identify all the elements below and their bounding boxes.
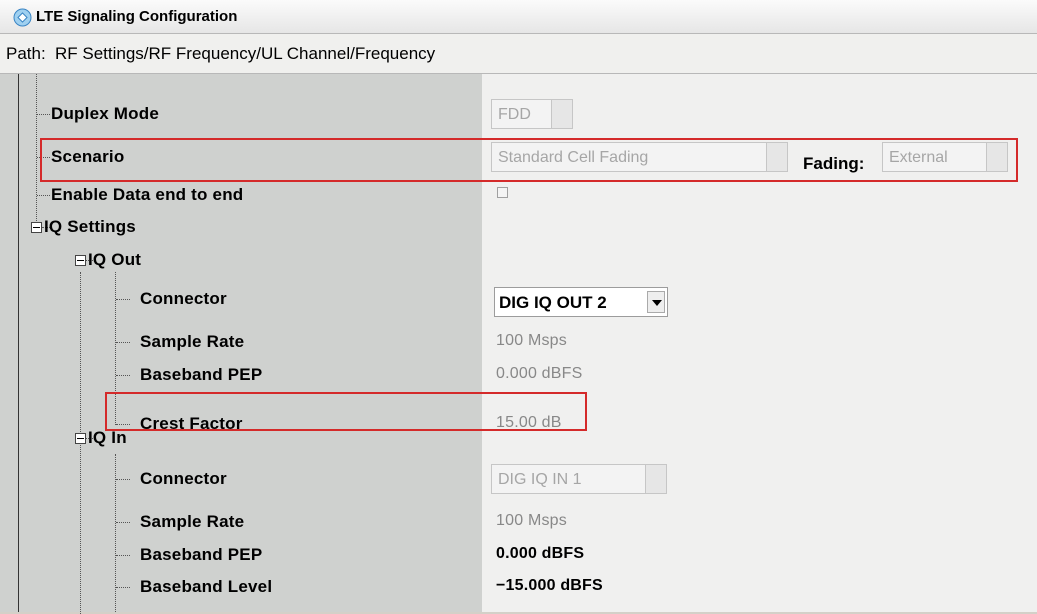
iq-in-sample-rate-value: 100 Msps bbox=[496, 512, 567, 529]
tree-line bbox=[36, 74, 37, 227]
scenario-highlight bbox=[40, 138, 1018, 182]
window-title: LTE Signaling Configuration bbox=[36, 8, 238, 25]
tree-line bbox=[37, 195, 50, 196]
tree-line bbox=[116, 479, 130, 480]
iq-in-baseband-level-label: Baseband Level bbox=[140, 577, 273, 596]
iq-out-baseband-pep-label: Baseband PEP bbox=[140, 365, 263, 384]
tree-line bbox=[116, 375, 130, 376]
lte-signaling-icon bbox=[13, 8, 32, 27]
iq-out-connector-select[interactable]: DIG IQ OUT 2 bbox=[494, 287, 668, 317]
enable-data-label: Enable Data end to end bbox=[51, 185, 244, 204]
collapse-icon[interactable] bbox=[75, 433, 86, 444]
crest-factor-highlight bbox=[105, 392, 587, 431]
dropdown-button bbox=[551, 99, 573, 129]
tree-line bbox=[116, 587, 130, 588]
iq-in-baseband-pep-label: Baseband PEP bbox=[140, 545, 263, 564]
enable-data-checkbox[interactable] bbox=[497, 187, 508, 198]
iq-out-sample-rate-value: 100 Msps bbox=[496, 332, 567, 349]
iq-in-connector-value: DIG IQ IN 1 bbox=[498, 471, 582, 488]
iq-out-sample-rate-label: Sample Rate bbox=[140, 332, 245, 351]
chevron-down-icon[interactable] bbox=[647, 291, 665, 313]
iq-in-baseband-pep-value: 0.000 dBFS bbox=[496, 545, 585, 562]
tree-line bbox=[116, 555, 130, 556]
collapse-icon[interactable] bbox=[75, 255, 86, 266]
tree-item-iq-in[interactable]: IQ In bbox=[88, 428, 127, 448]
iq-out-baseband-pep-value: 0.000 dBFS bbox=[496, 365, 583, 382]
iq-in-connector-select[interactable]: DIG IQ IN 1 bbox=[491, 464, 667, 494]
tree-item-iq-out[interactable]: IQ Out bbox=[88, 250, 141, 270]
iq-in-sample-rate-label: Sample Rate bbox=[140, 512, 245, 531]
iq-in-connector-label: Connector bbox=[140, 469, 227, 488]
tree-line bbox=[116, 522, 130, 523]
tree-item-iq-settings[interactable]: IQ Settings bbox=[44, 217, 136, 237]
tree-line bbox=[37, 114, 50, 115]
duplex-mode-label: Duplex Mode bbox=[51, 104, 159, 123]
path-label: Path: bbox=[6, 44, 46, 63]
tree-left-border bbox=[18, 74, 19, 612]
iq-out-connector-value: DIG IQ OUT 2 bbox=[499, 293, 607, 312]
settings-tree: Duplex Mode Scenario Enable Data end to … bbox=[0, 74, 1037, 614]
tree-line bbox=[115, 454, 116, 612]
path-bar: Path: RF Settings/RF Frequency/UL Channe… bbox=[0, 34, 1037, 74]
duplex-mode-select[interactable]: FDD bbox=[491, 99, 573, 129]
title-bar: LTE Signaling Configuration bbox=[0, 0, 1037, 34]
tree-line bbox=[116, 299, 130, 300]
path-value: RF Settings/RF Frequency/UL Channel/Freq… bbox=[55, 44, 436, 63]
dropdown-button bbox=[645, 464, 667, 494]
duplex-mode-value: FDD bbox=[498, 106, 531, 123]
tree-line bbox=[116, 342, 130, 343]
iq-in-baseband-level-value: −15.000 dBFS bbox=[496, 577, 603, 594]
iq-out-connector-label: Connector bbox=[140, 289, 227, 308]
collapse-icon[interactable] bbox=[31, 222, 42, 233]
